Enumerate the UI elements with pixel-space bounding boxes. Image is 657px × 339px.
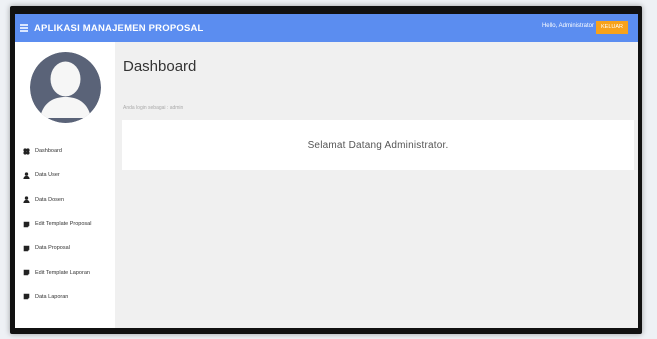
sidebar: Dashboard Data User Data Dosen Edit Temp…: [15, 42, 115, 328]
welcome-panel: Selamat Datang Administrator.: [122, 120, 634, 170]
sidebar-item-label: Edit Template Laporan: [35, 269, 90, 276]
sidebar-item-label: Dashboard: [35, 148, 62, 155]
sidebar-item-data-user[interactable]: Data User: [15, 163, 115, 187]
sidebar-nav: Dashboard Data User Data Dosen Edit Temp…: [15, 139, 115, 309]
login-info: Anda login sebagai : admin: [123, 105, 184, 111]
logout-button[interactable]: KELUAR: [596, 21, 628, 34]
sidebar-item-data-laporan[interactable]: Data Laporan: [15, 285, 115, 309]
sidebar-item-edit-template-laporan[interactable]: Edit Template Laporan: [15, 260, 115, 284]
sidebar-item-label: Data Proposal: [35, 245, 70, 252]
user-greeting: Hello, Administrator: [541, 23, 594, 29]
file-icon: [23, 221, 30, 228]
dashboard-icon: [23, 148, 30, 155]
user-icon: [23, 172, 30, 179]
sidebar-item-label: Data Laporan: [35, 293, 69, 300]
top-navbar: APLIKASI MANAJEMEN PROPOSAL Hello, Admin…: [15, 14, 638, 42]
sidebar-item-edit-template-proposal[interactable]: Edit Template Proposal: [15, 212, 115, 236]
user-icon: [23, 196, 30, 204]
file-icon: [23, 269, 30, 276]
page-title: Dashboard: [123, 58, 197, 75]
app-title: APLIKASI MANAJEMEN PROPOSAL: [34, 22, 204, 34]
file-icon: [23, 293, 30, 300]
sidebar-item-dashboard[interactable]: Dashboard: [15, 139, 115, 163]
sidebar-item-label: Edit Template Proposal: [35, 221, 92, 228]
user-avatar-icon: [30, 52, 101, 123]
sidebar-item-label: Data User: [35, 172, 60, 179]
welcome-message: Selamat Datang Administrator.: [307, 139, 449, 151]
sidebar-item-data-proposal[interactable]: Data Proposal: [15, 236, 115, 260]
file-icon: [23, 245, 30, 252]
hamburger-icon[interactable]: [20, 24, 28, 32]
app-window: APLIKASI MANAJEMEN PROPOSAL Hello, Admin…: [15, 14, 638, 328]
sidebar-item-data-dosen[interactable]: Data Dosen: [15, 188, 115, 212]
sidebar-item-label: Data Dosen: [35, 196, 65, 203]
main-content: Dashboard Anda login sebagai : admin Sel…: [115, 42, 638, 328]
